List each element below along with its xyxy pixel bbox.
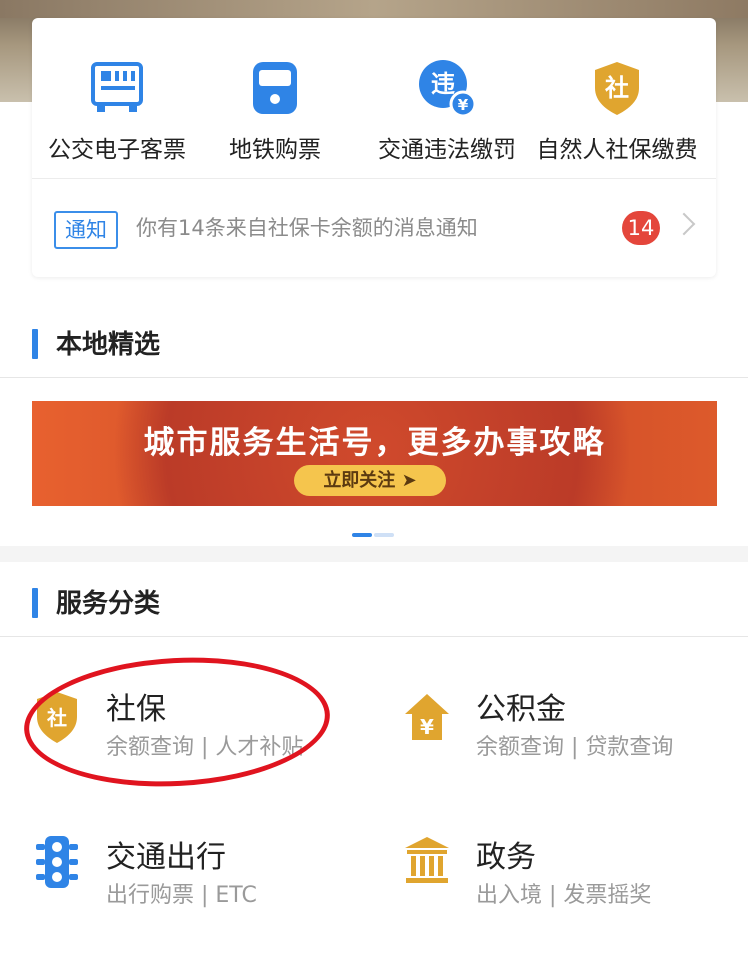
svg-text:¥: ¥ bbox=[420, 715, 434, 739]
bus-ticket-qr-icon bbox=[91, 62, 143, 112]
follow-button[interactable]: 立即关注 ➤ bbox=[294, 465, 446, 496]
housing-fund-house-icon: ¥ bbox=[405, 694, 449, 740]
service-name: 公积金 bbox=[476, 692, 566, 727]
svg-text:社: 社 bbox=[605, 74, 629, 102]
service-description: 余额查询 | 贷款查询 bbox=[476, 735, 674, 760]
quick-item-label: 自然人社保缴费 bbox=[536, 137, 698, 163]
promo-headline: 城市服务生活号，更多办事攻略 bbox=[143, 425, 606, 461]
services-section-header: 服务分类 bbox=[0, 567, 748, 637]
traffic-light-icon bbox=[36, 836, 78, 888]
section-accent-bar bbox=[32, 588, 38, 618]
government-building-icon bbox=[405, 837, 449, 883]
notice-tag: 通知 bbox=[54, 211, 118, 249]
section-accent-bar bbox=[32, 329, 38, 359]
svg-text:¥: ¥ bbox=[458, 96, 469, 114]
quick-item-traffic-violation[interactable]: 违 ¥ 交通违法缴罚 bbox=[362, 48, 532, 178]
quick-item-label: 地铁购票 bbox=[229, 137, 321, 163]
local-section-header: 本地精选 bbox=[0, 308, 748, 378]
promo-banner[interactable]: 城市服务生活号，更多办事攻略 立即关注 ➤ bbox=[32, 401, 717, 506]
svg-text:违: 违 bbox=[431, 70, 455, 98]
quick-item-bus-ticket[interactable]: 公交电子客票 bbox=[32, 48, 202, 178]
quick-services-card: 公交电子客票 地铁购票 违 ¥ 交通违法缴罚 社 自然人社保缴费 通知 你有14… bbox=[32, 18, 716, 277]
service-item-housing-fund[interactable]: ¥ 公积金 余额查询 | 贷款查询 bbox=[402, 692, 748, 822]
service-item-government[interactable]: 政务 出入境 | 发票摇奖 bbox=[402, 837, 748, 970]
quick-item-label: 交通违法缴罚 bbox=[378, 137, 516, 163]
social-security-shield-icon: 社 bbox=[595, 62, 639, 115]
notice-bar[interactable]: 通知 你有14条来自社保卡余额的消息通知 14 bbox=[32, 178, 716, 278]
section-title: 服务分类 bbox=[56, 589, 161, 619]
service-item-transport[interactable]: 交通出行 出行购票 | ETC bbox=[32, 836, 392, 970]
quick-item-subway[interactable]: 地铁购票 bbox=[190, 48, 360, 178]
section-divider bbox=[0, 546, 748, 562]
traffic-violation-fine-icon: 违 ¥ bbox=[419, 60, 477, 118]
quick-item-social-security-payment[interactable]: 社 自然人社保缴费 bbox=[532, 48, 702, 178]
notice-text: 你有14条来自社保卡余额的消息通知 bbox=[136, 216, 478, 240]
service-description: 出入境 | 发票摇奖 bbox=[476, 883, 652, 908]
service-description: 出行购票 | ETC bbox=[106, 883, 257, 908]
chevron-right-icon bbox=[672, 212, 696, 236]
section-title: 本地精选 bbox=[56, 330, 161, 360]
carousel-indicator bbox=[352, 533, 398, 539]
service-name: 政务 bbox=[476, 840, 536, 875]
subway-train-icon bbox=[253, 62, 297, 114]
notice-count-badge: 14 bbox=[622, 211, 660, 245]
service-name: 交通出行 bbox=[106, 840, 226, 875]
quick-item-label: 公交电子客票 bbox=[48, 137, 186, 163]
